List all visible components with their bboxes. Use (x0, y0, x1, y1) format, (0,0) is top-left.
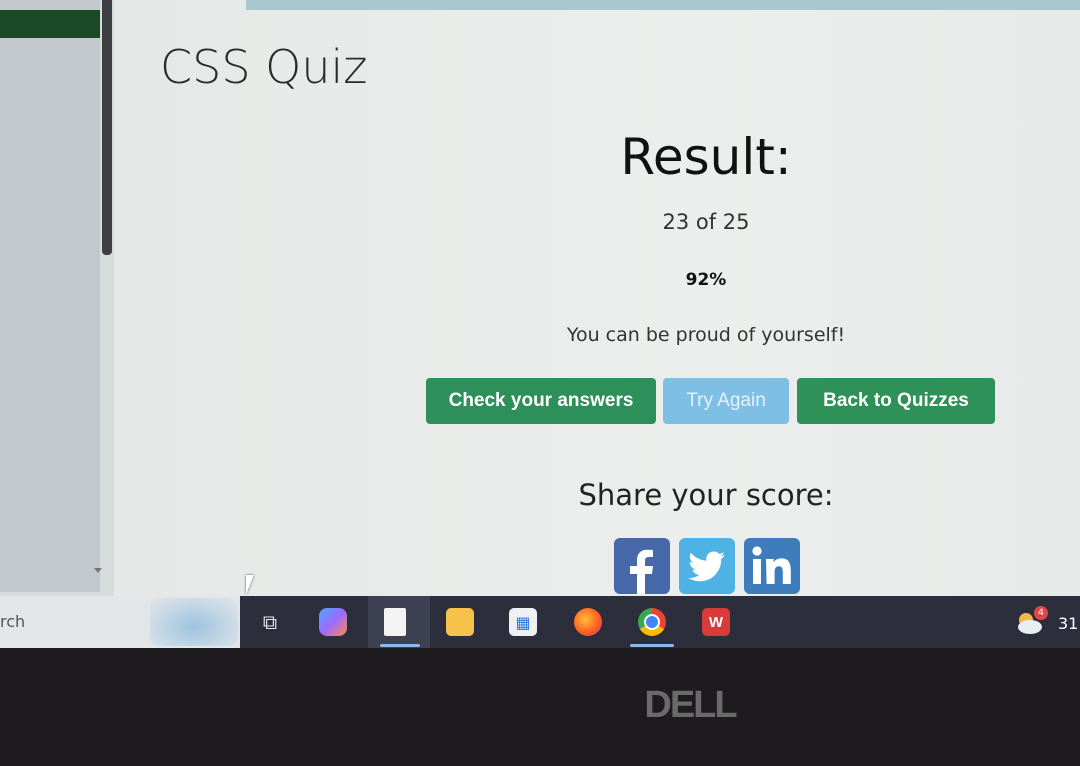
quiz-title: CSS Quiz (160, 40, 368, 94)
try-again-button[interactable]: Try Again (663, 378, 789, 424)
scrollbar-thumb[interactable] (102, 0, 112, 255)
firefox-icon[interactable] (574, 608, 602, 636)
tray-clock-text[interactable]: 31 (1058, 614, 1078, 633)
result-message: You can be proud of yourself! (566, 324, 846, 346)
share-heading: Share your score: (578, 478, 834, 512)
left-pane (0, 0, 100, 592)
copilot-icon[interactable] (319, 608, 347, 636)
linkedin-share-button[interactable] (744, 538, 800, 594)
result-heading: Result: (620, 128, 792, 186)
active-app-indicator (380, 644, 420, 647)
mouse-cursor-icon (246, 575, 254, 595)
task-view-icon[interactable]: ⧉ (256, 608, 284, 636)
dell-logo: DELL (644, 684, 737, 726)
score-text: 23 of 25 (662, 210, 750, 234)
wps-office-icon[interactable]: W (702, 608, 730, 636)
notepad-icon[interactable] (384, 608, 406, 636)
microsoft-store-icon[interactable]: ▦ (509, 608, 537, 636)
back-to-quizzes-button[interactable]: Back to Quizzes (797, 378, 995, 424)
twitter-share-button[interactable] (679, 538, 735, 594)
facebook-share-button[interactable] (614, 538, 670, 594)
file-explorer-icon[interactable] (446, 608, 474, 636)
facebook-icon (630, 549, 653, 594)
running-app-indicator (630, 644, 674, 647)
screen: CSS Quiz Result: 23 of 25 92% You can be… (0, 0, 1080, 648)
check-answers-button[interactable]: Check your answers (426, 378, 656, 424)
scroll-down-icon[interactable] (94, 568, 102, 573)
linkedin-icon (752, 546, 791, 584)
chrome-icon[interactable] (638, 608, 666, 636)
left-pane-header (0, 10, 100, 38)
score-percent: 92% (685, 270, 727, 290)
search-highlight-icon (150, 598, 238, 646)
notification-badge: 4 (1034, 606, 1048, 620)
twitter-icon (688, 551, 725, 582)
quiz-result-page: CSS Quiz Result: 23 of 25 92% You can be… (114, 0, 1080, 596)
taskbar-search[interactable]: rch (0, 596, 240, 648)
taskbar: rch ⧉ ▦ W 4 31 (0, 596, 1080, 648)
top-banner (246, 0, 1080, 10)
search-placeholder: rch (0, 612, 26, 631)
